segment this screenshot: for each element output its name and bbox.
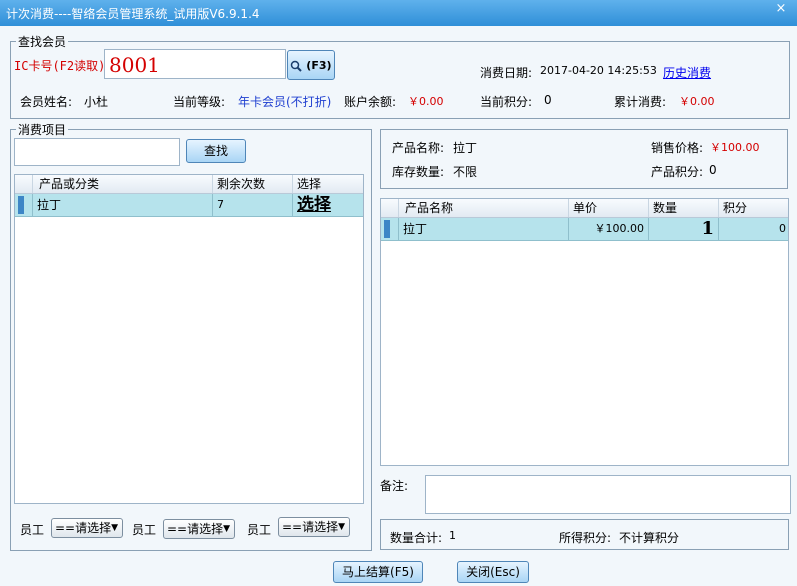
stock-value: 不限 xyxy=(453,165,478,179)
items-grid: 产品或分类 剩余次数 选择 拉丁 7 选择 xyxy=(14,174,364,504)
items-col-remaining: 剩余次数 xyxy=(213,175,293,193)
ic-card-value: 8001 xyxy=(109,53,160,77)
product-points-label: 产品积分: xyxy=(651,165,704,179)
close-button[interactable]: 关闭(Esc) xyxy=(457,561,529,583)
item-name-cell: 拉丁 xyxy=(33,194,213,216)
staff-select-2[interactable]: ==请选择 ▼ xyxy=(163,519,235,539)
sale-price-label: 销售价格: xyxy=(651,141,704,155)
remark-input[interactable] xyxy=(425,475,791,514)
items-col-select: 选择 xyxy=(297,177,322,191)
item-remaining-cell: 7 xyxy=(213,194,293,216)
magnifier-icon xyxy=(291,60,303,72)
cart-points-cell: 0 xyxy=(779,222,786,235)
ic-card-label: IC卡号(F2读取) xyxy=(14,59,106,73)
date-label: 消费日期: xyxy=(480,66,533,80)
product-name-label: 产品名称: xyxy=(392,141,445,155)
product-points-value: 0 xyxy=(709,163,717,177)
member-level-value: 年卡会员(不打折) xyxy=(238,95,332,109)
qty-total-label: 数量合计: xyxy=(390,531,443,545)
cart-col-name: 产品名称 xyxy=(399,199,569,217)
window-title: 计次消费----智络会员管理系统_试用版V6.9.1.4 xyxy=(6,7,260,21)
total-spent-value: ￥0.00 xyxy=(679,95,715,108)
qty-total-value: 1 xyxy=(449,529,456,542)
points-value: 0 xyxy=(544,93,552,107)
earned-points-label: 所得积分: xyxy=(559,531,612,545)
cart-grid: 产品名称 单价 数量 积分 拉丁 ￥100.00 1 0 xyxy=(380,198,789,466)
item-search-button[interactable]: 查找 xyxy=(186,139,246,163)
cart-col-qty: 数量 xyxy=(649,199,719,217)
cart-grid-header: 产品名称 单价 数量 积分 xyxy=(381,199,788,218)
staff-label-3: 员工 xyxy=(247,523,272,537)
staff-select-2-value: ==请选择 xyxy=(167,522,224,536)
history-link[interactable]: 历史消费 xyxy=(663,64,711,81)
select-item-link[interactable]: 选择 xyxy=(293,194,363,216)
item-search-input[interactable] xyxy=(14,138,180,166)
total-spent-label: 累计消费: xyxy=(614,95,667,109)
title-bar: 计次消费----智络会员管理系统_试用版V6.9.1.4 × xyxy=(0,0,797,26)
stock-label: 库存数量: xyxy=(392,165,445,179)
items-legend: 消费项目 xyxy=(16,121,69,138)
balance-label: 账户余额: xyxy=(344,95,397,109)
table-row[interactable]: 拉丁 ￥100.00 1 0 xyxy=(381,218,788,241)
staff-select-3[interactable]: ==请选择 ▼ xyxy=(278,517,350,537)
table-row[interactable]: 拉丁 7 选择 xyxy=(15,194,363,217)
staff-label-2: 员工 xyxy=(132,523,157,537)
cart-name-cell: 拉丁 xyxy=(399,218,569,240)
member-search-shortcut: (F3) xyxy=(306,59,332,72)
date-value: 2017-04-20 14:25:53 xyxy=(540,64,657,77)
member-search-button[interactable]: (F3) xyxy=(287,50,335,80)
cart-price-cell: ￥100.00 xyxy=(569,218,649,240)
earned-points-value: 不计算积分 xyxy=(619,531,680,545)
member-name-label: 会员姓名: xyxy=(20,95,73,109)
cart-col-points: 积分 xyxy=(723,201,748,215)
find-member-legend: 查找会员 xyxy=(16,33,69,50)
member-level-label: 当前等级: xyxy=(173,95,226,109)
member-name-value: 小杜 xyxy=(84,95,109,109)
balance-value: ￥0.00 xyxy=(408,95,444,108)
product-name-value: 拉丁 xyxy=(453,141,478,155)
ic-card-input[interactable]: 8001 xyxy=(104,49,286,79)
close-icon[interactable]: × xyxy=(771,2,791,16)
staff-select-3-value: ==请选择 xyxy=(282,520,339,534)
cart-col-price: 单价 xyxy=(569,199,649,217)
cart-header-spacer xyxy=(381,199,399,217)
remark-label: 备注: xyxy=(380,479,409,493)
cart-qty-cell[interactable]: 1 xyxy=(649,218,719,240)
row-marker xyxy=(18,196,24,214)
sale-price-value: ￥100.00 xyxy=(710,141,760,154)
items-grid-header: 产品或分类 剩余次数 选择 xyxy=(15,175,363,194)
points-label: 当前积分: xyxy=(480,95,533,109)
staff-select-1-value: ==请选择 xyxy=(55,521,112,535)
staff-label-1: 员工 xyxy=(20,523,45,537)
chevron-down-icon: ▼ xyxy=(111,523,118,533)
chevron-down-icon: ▼ xyxy=(338,522,345,532)
chevron-down-icon: ▼ xyxy=(223,524,230,534)
staff-select-1[interactable]: ==请选择 ▼ xyxy=(51,518,123,538)
row-marker xyxy=(384,220,390,238)
product-info-panel xyxy=(380,129,788,189)
checkout-button[interactable]: 马上结算(F5) xyxy=(333,561,423,583)
items-header-spacer xyxy=(15,175,33,193)
items-col-name: 产品或分类 xyxy=(33,175,213,193)
